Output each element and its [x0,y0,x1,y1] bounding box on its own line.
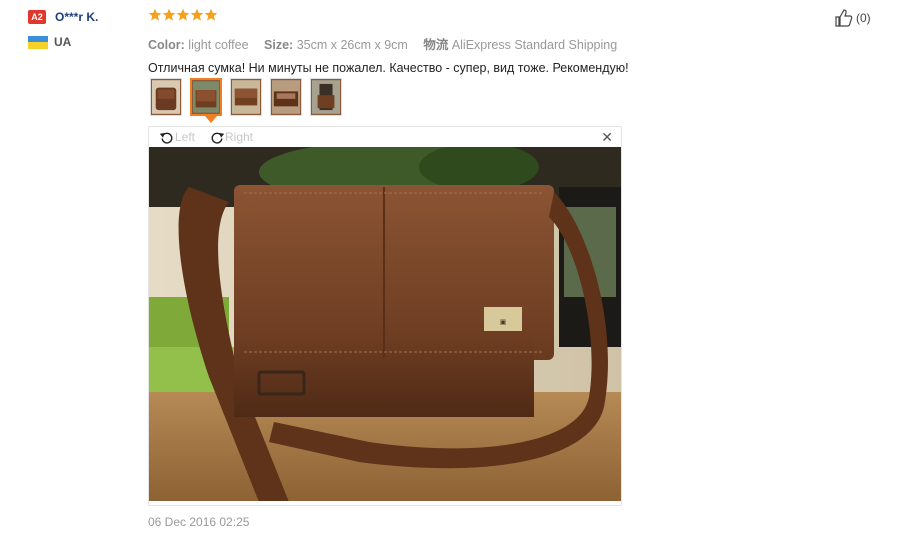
review-photo-thumbnail[interactable] [310,78,342,116]
leather-bag-photo: ▣ [149,147,621,501]
rotate-left-button[interactable]: Left [159,129,195,145]
close-icon[interactable]: ✕ [601,129,613,146]
ukraine-flag-icon [28,35,48,49]
shipping-label: 物流 [423,38,449,52]
review-text: Отличная сумка! Ни минуты не пожалел. Ка… [148,61,629,75]
helpful-button[interactable]: (0) [834,8,871,28]
reviewer-row: A2 O***r K. [28,8,138,26]
review-photo-thumbnails [150,78,350,116]
review-date: 06 Dec 2016 02:25 [148,515,250,529]
helpful-count: (0) [856,11,871,25]
reviewer-name[interactable]: O***r K. [55,10,98,24]
star-rating [148,6,618,24]
shipping-info: 物流 AliExpress Standard Shipping [423,38,617,52]
photo-viewer-toolbar: Left Right ✕ [149,127,621,147]
rotate-left-icon [159,132,173,144]
rotate-right-button[interactable]: Right [209,129,253,145]
size-value: 35cm x 26cm x 9cm [296,38,408,52]
reviewer-country: UA [54,35,72,49]
reviewer-country-row: UA [28,34,138,50]
color-label: Color: [148,38,185,52]
star-icon [162,8,176,21]
review-body: Color: light coffee Size: 35cm x 26cm x … [148,6,629,75]
review-photo-thumbnail[interactable] [190,78,222,116]
size-info: Size: 35cm x 26cm x 9cm [264,38,408,52]
star-icon [204,8,218,21]
review-photo: ▣ [149,147,621,501]
review-photo-thumbnail[interactable] [150,78,182,116]
reviewer-info: A2 O***r K. UA [28,8,138,50]
shipping-value: AliExpress Standard Shipping [451,38,618,52]
thumbs-up-icon [835,9,853,27]
review-photo-thumbnail[interactable] [270,78,302,116]
review-photo-thumbnail[interactable] [230,78,262,116]
active-thumbnail-pointer [205,116,217,123]
photo-viewer: Left Right ✕ ▣ [148,126,622,506]
size-label: Size: [264,38,294,52]
rotate-right-icon [211,132,225,144]
svg-text:▣: ▣ [500,318,507,326]
order-details: Color: light coffee Size: 35cm x 26cm x … [148,34,618,53]
star-icon [176,8,190,21]
buyer-level-badge: A2 [28,10,46,24]
color-value: light coffee [188,38,249,52]
rotate-left-label: Left [175,130,196,144]
star-icon [190,8,204,21]
color-info: Color: light coffee [148,38,249,52]
rotate-right-label: Right [225,130,254,144]
star-icon [148,8,162,21]
